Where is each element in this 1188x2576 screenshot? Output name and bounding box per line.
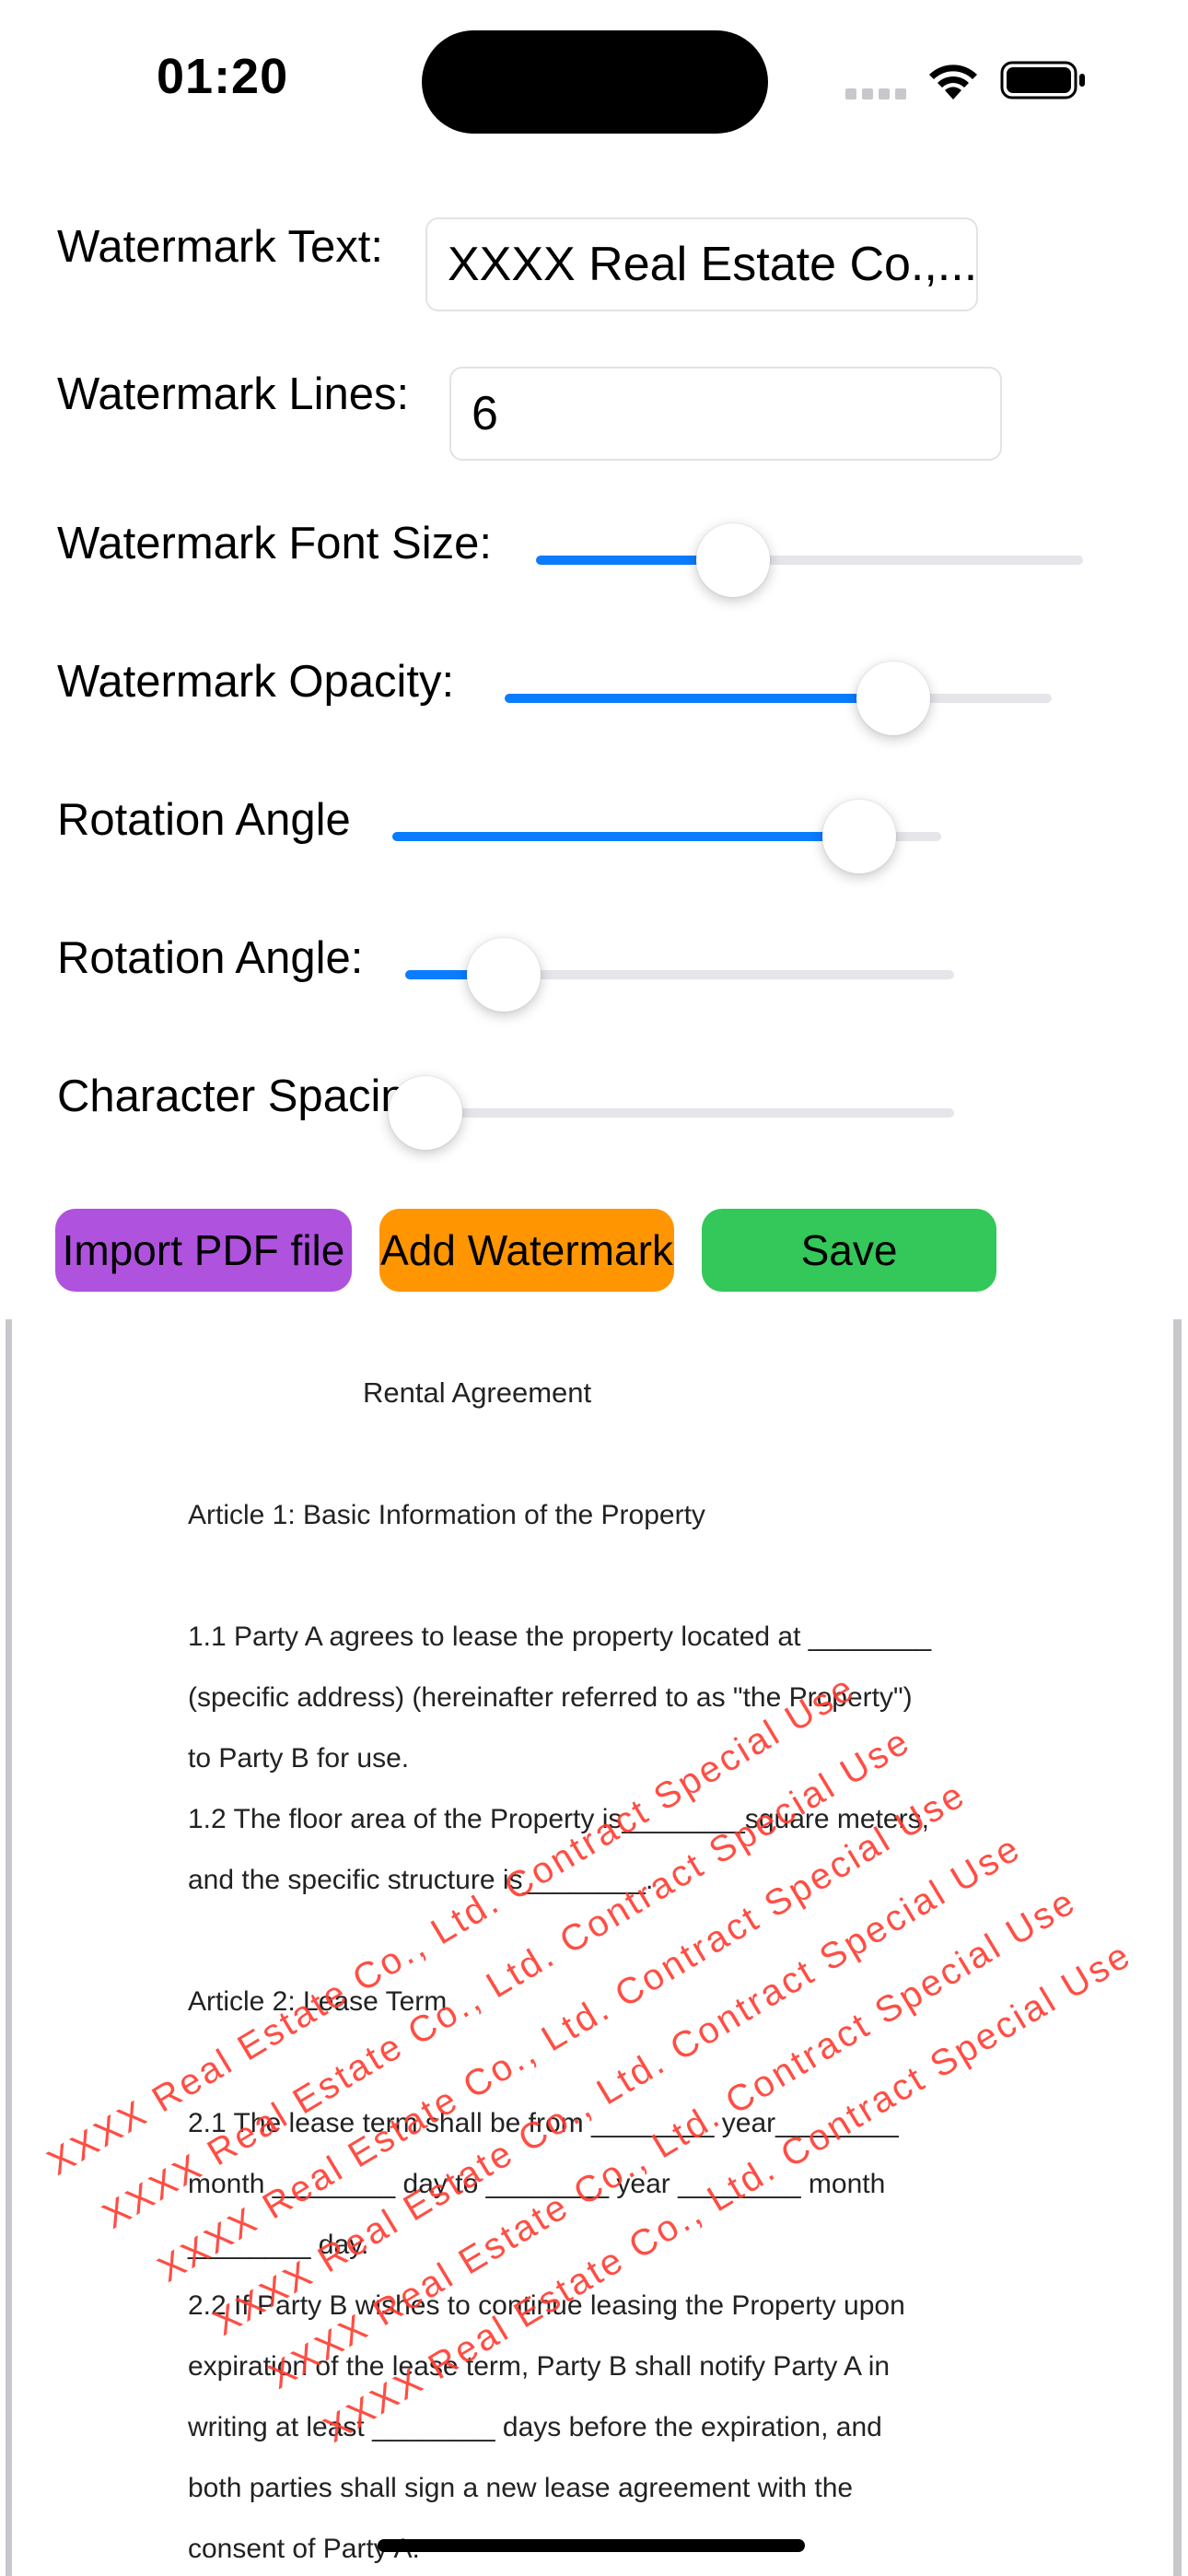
opacity-slider[interactable] (505, 662, 1052, 735)
slider-thumb[interactable] (389, 1076, 462, 1150)
status-bar: 01:20 (0, 0, 1188, 138)
import-pdf-button[interactable]: Import PDF file (55, 1209, 352, 1292)
document-line: 2.1 The lease term shall be from _______… (188, 2108, 899, 2138)
document-line: ________ day. (188, 2230, 369, 2260)
slider-thumb[interactable] (856, 662, 930, 735)
document-line: and the specific structure is________. (188, 1865, 654, 1895)
status-time: 01:20 (157, 49, 289, 104)
battery-icon (1000, 61, 1085, 100)
watermark-line: XXXX Real Estate Co., Ltd. Contract Spec… (206, 1827, 1029, 2344)
document-line: expiration of the lease term, Party B sh… (188, 2351, 891, 2382)
rotation-angle-label-2: Rotation Angle: (57, 933, 364, 983)
document-line: to Party B for use. (188, 1743, 410, 1774)
document-line: 2.2 If Party B wishes to continue leasin… (188, 2290, 905, 2321)
add-watermark-button[interactable]: Add Watermark (379, 1209, 674, 1292)
rotation-angle-slider-2[interactable] (405, 938, 954, 1012)
character-spacing-slider[interactable] (389, 1076, 954, 1150)
rotation-angle-slider[interactable] (392, 800, 941, 873)
watermark-text-label: Watermark Text: (57, 222, 383, 272)
watermark-line: XXXX Real Estate Co., Ltd. Contract Spec… (96, 1720, 918, 2237)
slider-thumb[interactable] (821, 800, 896, 873)
watermark-line: XXXX Real Estate Co., Ltd. Contract Spec… (151, 1774, 973, 2290)
document-title: Rental Agreement (363, 1376, 592, 1409)
document-line: 1.1 Party A agrees to lease the property… (188, 1622, 932, 1652)
document-line: Article 1: Basic Information of the Prop… (188, 1500, 705, 1530)
cellular-signal-icon (845, 88, 906, 100)
slider-thumb[interactable] (467, 938, 542, 1012)
document-line: 1.2 The floor area of the Property is___… (188, 1804, 929, 1834)
opacity-label: Watermark Opacity: (57, 657, 455, 707)
font-size-slider[interactable] (536, 523, 1083, 597)
wifi-icon (929, 64, 977, 100)
pdf-page-edge (1173, 1319, 1182, 2576)
pdf-page-edge (6, 1319, 12, 2576)
font-size-label: Watermark Font Size: (57, 519, 492, 568)
watermark-lines-input[interactable]: 6 (449, 367, 1002, 461)
watermark-text-input[interactable]: XXXX Real Estate Co.,... (425, 217, 978, 311)
rotation-angle-label: Rotation Angle (57, 795, 351, 845)
document-line: Article 2: Lease Term (188, 1986, 448, 2017)
document-line: month ________ day to ________ year ____… (188, 2169, 886, 2199)
document-line: both parties shall sign a new lease agre… (188, 2473, 854, 2503)
pdf-preview[interactable]: Rental Agreement Article 1: Basic Inform… (0, 1319, 1188, 2576)
save-button[interactable]: Save (702, 1209, 996, 1292)
watermark-lines-label: Watermark Lines: (57, 369, 410, 419)
dynamic-island (422, 30, 768, 134)
document-line: (specific address) (hereinafter referred… (188, 1682, 913, 1713)
home-indicator (378, 2539, 805, 2552)
document-line: writing at least ________ days before th… (188, 2412, 882, 2442)
slider-thumb[interactable] (695, 523, 770, 597)
character-spacing-label: Character Spacing: (57, 1071, 444, 1121)
